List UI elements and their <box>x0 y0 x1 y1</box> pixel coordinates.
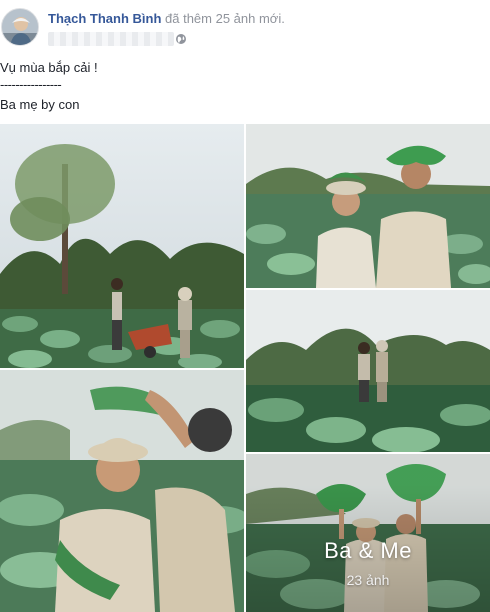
album-title[interactable]: Ba & Me <box>246 538 490 564</box>
album-cover-photo[interactable]: Ba & Me 23 ảnh <box>246 454 490 612</box>
photo-couple-leaf-hats <box>246 124 490 288</box>
album-overlay <box>246 454 490 612</box>
caption-line-1: Vụ mùa bắp cải ! <box>0 60 98 75</box>
globe-icon[interactable] <box>175 33 187 45</box>
photo-couple-walking <box>246 290 490 452</box>
avatar-photo <box>2 9 38 45</box>
post-photo-1[interactable] <box>0 124 244 368</box>
caption-line-3: Ba mẹ by con <box>0 97 80 112</box>
caption-divider: ---------------- <box>0 77 62 92</box>
post-photo-3[interactable] <box>246 290 490 452</box>
post-action-text: đã thêm 25 ảnh mới. <box>165 11 285 26</box>
author-name-link[interactable]: Thạch Thanh Bình <box>48 11 161 26</box>
facebook-post: Thạch Thanh Bình đã thêm 25 ảnh mới. Vụ … <box>0 0 490 612</box>
photo-couple-laughing <box>0 370 244 612</box>
author-avatar[interactable] <box>1 8 39 46</box>
post-timestamp-blurred[interactable] <box>48 32 174 46</box>
album-photo-count: 23 ảnh <box>346 572 390 588</box>
post-header: Thạch Thanh Bình đã thêm 25 ảnh mới. <box>48 11 285 26</box>
post-photo-4[interactable] <box>0 370 244 612</box>
post-photo-2[interactable] <box>246 124 490 288</box>
photo-field-wheelbarrow <box>0 124 244 368</box>
